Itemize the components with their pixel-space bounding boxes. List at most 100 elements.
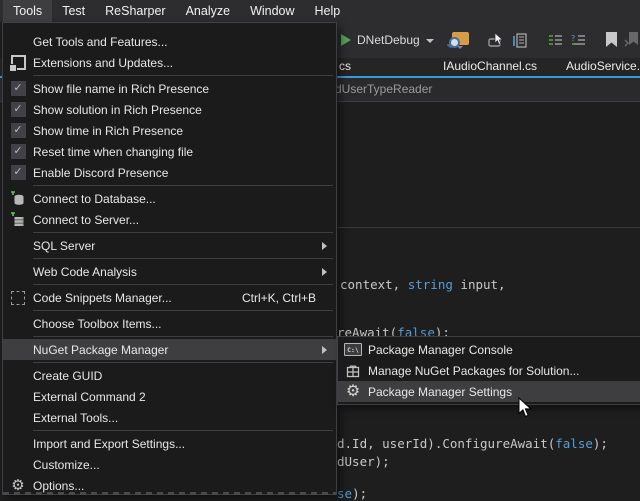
menu-item-label: Package Manager Console <box>368 343 640 357</box>
menu-item-enable-discord-presence[interactable]: ✓ Enable Discord Presence <box>3 162 336 183</box>
menu-item-label: NuGet Package Manager <box>33 343 322 357</box>
extensions-icon <box>11 55 26 70</box>
code-text: context, <box>340 277 408 292</box>
run-config-label[interactable]: DNetDebug <box>357 33 420 47</box>
menu-item-nuget-package-manager[interactable]: NuGet Package Manager <box>3 339 336 360</box>
submenu-item-manage-nuget-packages[interactable]: Manage NuGet Packages for Solution... <box>338 360 640 381</box>
svg-text:?: ? <box>571 34 575 43</box>
run-icon[interactable] <box>341 34 351 46</box>
menu-item-label: Show solution in Rich Presence <box>33 103 328 117</box>
menu-item-show-file-name[interactable]: ✓ Show file name in Rich Presence <box>3 78 336 99</box>
method-separator-line <box>337 227 640 228</box>
nuget-submenu: C:\ Package Manager Console Manage NuGet… <box>337 336 640 405</box>
toolbar: DNetDebug ? <box>337 22 640 58</box>
packages-icon <box>346 364 360 378</box>
menu-item-label: Choose Toolbox Items... <box>33 317 328 331</box>
format-selection-icon[interactable]: ? <box>570 31 587 49</box>
menu-item-create-guid[interactable]: Create GUID <box>3 365 336 386</box>
menu-item-code-snippets-manager[interactable]: Code Snippets Manager... Ctrl+K, Ctrl+B <box>3 287 336 308</box>
menu-item-label: Customize... <box>33 458 328 472</box>
menu-item-label: Create GUID <box>33 369 328 383</box>
console-icon: C:\ <box>344 343 362 356</box>
menu-item-connect-to-database[interactable]: Connect to Database... <box>3 188 336 209</box>
submenu-item-package-manager-console[interactable]: C:\ Package Manager Console <box>338 339 640 360</box>
menu-item-label: Show time in Rich Presence <box>33 124 328 138</box>
menu-item-web-code-analysis[interactable]: Web Code Analysis <box>3 261 336 282</box>
menu-item-external-tools[interactable]: External Tools... <box>3 407 336 428</box>
menubar-item-window[interactable]: Window <box>240 0 304 22</box>
submenu-arrow-icon <box>322 346 327 354</box>
menu-item-label: Options... <box>33 479 328 493</box>
navigate-to-icon[interactable] <box>487 31 505 49</box>
menu-item-label: Reset time when changing file <box>33 145 328 159</box>
menu-item-label: Get Tools and Features... <box>33 35 328 49</box>
code-line: dUser); <box>337 454 390 469</box>
vs-window: { "menubar": { "items": [ {"label": "Too… <box>0 0 640 497</box>
find-in-files-icon[interactable] <box>452 32 469 49</box>
format-document-icon[interactable] <box>547 31 564 49</box>
checkmark-icon: ✓ <box>11 144 26 159</box>
checkmark-icon: ✓ <box>11 123 26 138</box>
menu-bar: Tools Test ReSharper Analyze Window Help <box>0 0 640 22</box>
code-line: se); <box>337 486 367 501</box>
menu-item-label: Enable Discord Presence <box>33 166 328 180</box>
menubar-item-resharper[interactable]: ReSharper <box>95 0 175 22</box>
menu-item-import-export-settings[interactable]: Import and Export Settings... <box>3 433 336 454</box>
code-keyword: string <box>408 277 453 292</box>
bookmark-next-icon[interactable] <box>624 31 640 49</box>
menu-item-show-time[interactable]: ✓ Show time in Rich Presence <box>3 120 336 141</box>
code-text: d.Id, userId).ConfigureAwait( <box>337 436 555 451</box>
code-text: ); <box>593 436 608 451</box>
menu-item-extensions-and-updates[interactable]: Extensions and Updates... <box>3 52 336 73</box>
code-text: input, <box>453 277 506 292</box>
checkmark-icon: ✓ <box>11 165 26 180</box>
code-keyword: se <box>337 486 352 501</box>
menubar-item-analyze[interactable]: Analyze <box>176 0 240 22</box>
menu-item-choose-toolbox-items[interactable]: Choose Toolbox Items... <box>3 313 336 334</box>
menu-item-label: SQL Server <box>33 239 322 253</box>
copy-code-icon[interactable] <box>511 31 529 49</box>
database-icon <box>10 191 26 207</box>
menu-item-show-solution[interactable]: ✓ Show solution in Rich Presence <box>3 99 336 120</box>
gear-icon: ⚙ <box>346 384 360 399</box>
tab-iaudiochannel[interactable]: IAudioChannel.cs <box>443 59 537 73</box>
menu-item-label: Connect to Database... <box>33 192 328 206</box>
submenu-arrow-icon <box>322 242 327 250</box>
menu-item-get-tools-and-features[interactable]: Get Tools and Features... <box>3 31 336 52</box>
menu-item-label: Code Snippets Manager... <box>33 291 242 305</box>
menu-item-label: Extensions and Updates... <box>33 56 328 70</box>
menubar-item-help[interactable]: Help <box>305 0 351 22</box>
menu-item-customize[interactable]: Customize... <box>3 454 336 475</box>
tab-audioservice[interactable]: AudioService.cs <box>566 59 640 73</box>
breadcrumb-text: dUserTypeReader <box>335 82 432 96</box>
code-line: d.Id, userId).ConfigureAwait(false); <box>337 436 608 451</box>
mouse-cursor <box>518 397 533 424</box>
menu-item-label: Web Code Analysis <box>33 265 322 279</box>
menu-item-sql-server[interactable]: SQL Server <box>3 235 336 256</box>
menu-item-external-command-2[interactable]: External Command 2 <box>3 386 336 407</box>
snippets-icon <box>11 291 25 305</box>
chevron-down-icon[interactable] <box>426 39 434 43</box>
tab-partial[interactable]: cs <box>339 59 351 73</box>
submenu-arrow-icon <box>322 268 327 276</box>
gear-icon: ⚙ <box>11 478 24 493</box>
menu-item-label: External Command 2 <box>33 390 328 404</box>
code-text: dUser); <box>337 454 390 469</box>
tools-menu: Get Tools and Features... Extensions and… <box>2 22 337 495</box>
menu-item-label: Manage NuGet Packages for Solution... <box>368 364 640 378</box>
menu-shortcut: Ctrl+K, Ctrl+B <box>242 291 316 305</box>
menubar-item-test[interactable]: Test <box>52 0 95 22</box>
submenu-item-package-manager-settings[interactable]: ⚙ Package Manager Settings <box>338 381 640 402</box>
code-text: ); <box>352 486 367 501</box>
code-keyword: false <box>555 436 593 451</box>
menu-item-connect-to-server[interactable]: Connect to Server... <box>3 209 336 230</box>
menu-item-reset-time[interactable]: ✓ Reset time when changing file <box>3 141 336 162</box>
menu-clipped-edge <box>3 492 336 495</box>
bookmark-icon[interactable] <box>605 31 618 49</box>
menu-item-label: Import and Export Settings... <box>33 437 328 451</box>
checkmark-icon: ✓ <box>11 102 26 117</box>
menubar-item-tools[interactable]: Tools <box>3 0 52 22</box>
checkmark-icon: ✓ <box>11 81 26 96</box>
menu-item-label: Connect to Server... <box>33 213 328 227</box>
server-icon <box>10 212 26 228</box>
